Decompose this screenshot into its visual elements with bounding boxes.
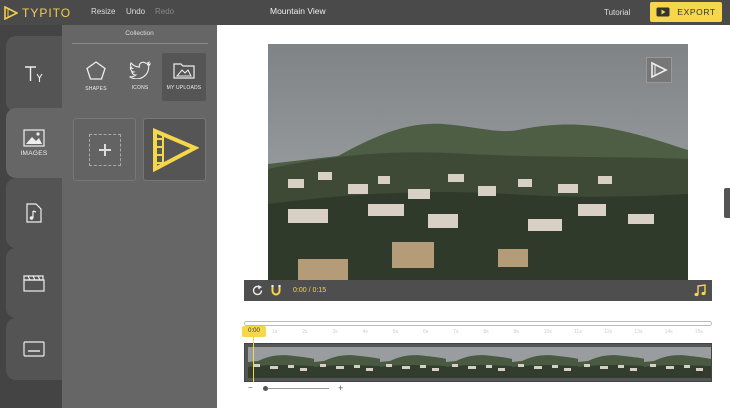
app-logo-text: TYPITO bbox=[22, 5, 72, 20]
plus-icon bbox=[98, 143, 111, 156]
top-bar: TYPITO Resize Undo Redo Mountain View Tu… bbox=[0, 0, 730, 25]
music-file-icon bbox=[26, 203, 42, 223]
timeline-tick-label: 2s bbox=[302, 329, 308, 335]
collection-panel: Collection SHAPES ICONS MY UPLOADS bbox=[62, 25, 217, 408]
tutorial-link[interactable]: Tutorial bbox=[604, 8, 630, 17]
twitter-bird-icon bbox=[129, 61, 151, 79]
tool-rail: IMAGES bbox=[0, 25, 62, 408]
upload-thumbnail-logo[interactable] bbox=[143, 118, 206, 181]
rail-item-music[interactable] bbox=[6, 178, 62, 248]
zoom-slider[interactable] bbox=[265, 388, 329, 389]
clip-duration: 0:15 bbox=[693, 372, 704, 378]
subtitles-icon bbox=[23, 341, 45, 357]
timeline-tick-label: 9s bbox=[513, 329, 519, 335]
zoom-out-button[interactable]: − bbox=[248, 383, 253, 392]
rail-label-images: IMAGES bbox=[20, 150, 48, 157]
watermark-logo[interactable] bbox=[646, 57, 672, 83]
timeline-scrubber[interactable] bbox=[244, 321, 712, 326]
resize-menu[interactable]: Resize bbox=[91, 7, 115, 16]
timeline-tick-label: 12s bbox=[604, 329, 613, 335]
text-tool-icon bbox=[25, 66, 43, 82]
zoom-slider-handle[interactable] bbox=[263, 386, 268, 391]
mountain-scene-image bbox=[268, 44, 688, 280]
video-filmstrip[interactable] bbox=[244, 343, 712, 382]
image-icon bbox=[23, 129, 45, 147]
playback-time: 0:00 / 0:15 bbox=[293, 287, 327, 294]
timeline-tick-label: 3s bbox=[332, 329, 338, 335]
timeline-tick-label: 14s bbox=[664, 329, 673, 335]
rail-item-images[interactable]: IMAGES bbox=[6, 108, 62, 178]
timeline-tick-label: 13s bbox=[634, 329, 643, 335]
tab-shapes[interactable]: SHAPES bbox=[74, 53, 118, 101]
app-logo[interactable]: TYPITO bbox=[4, 4, 71, 21]
export-label: EXPORT bbox=[677, 7, 716, 17]
tab-label-uploads: MY UPLOADS bbox=[166, 85, 202, 91]
music-note-icon[interactable] bbox=[694, 284, 706, 297]
filmstrip-frame bbox=[248, 347, 315, 378]
typito-logo-icon bbox=[4, 5, 18, 20]
video-preview[interactable] bbox=[268, 44, 688, 280]
filmstrip-frame bbox=[314, 347, 381, 378]
timeline-tick-label: 11s bbox=[574, 329, 582, 335]
panel-divider bbox=[72, 43, 208, 44]
add-upload-box bbox=[88, 133, 121, 166]
replay-icon[interactable] bbox=[251, 284, 264, 297]
rail-item-captions[interactable] bbox=[6, 318, 62, 380]
tab-label-icons: ICONS bbox=[131, 85, 149, 91]
panel-title: Collection bbox=[125, 30, 154, 37]
filmstrip-frame bbox=[380, 347, 447, 378]
folder-image-icon bbox=[173, 63, 195, 79]
timeline-tick-label: 7s bbox=[453, 329, 459, 335]
add-upload-tile[interactable] bbox=[73, 118, 136, 181]
filmstrip-frame bbox=[578, 347, 645, 378]
magnet-icon[interactable] bbox=[271, 284, 281, 297]
timeline-tick-label: 5s bbox=[392, 329, 399, 335]
timeline-tick-label: 1s bbox=[272, 329, 278, 335]
export-button[interactable]: EXPORT bbox=[650, 2, 722, 22]
right-panel-handle[interactable] bbox=[724, 188, 730, 218]
timeline-tick-label: 15s bbox=[694, 329, 703, 335]
timeline-tick-label: 8s bbox=[483, 329, 489, 335]
undo-button[interactable]: Undo bbox=[126, 7, 145, 16]
playhead-line[interactable] bbox=[253, 337, 254, 382]
zoom-in-button[interactable]: + bbox=[338, 383, 343, 393]
typito-watermark-icon bbox=[651, 61, 668, 79]
filmstrip-frame bbox=[446, 347, 513, 378]
timeline-tick-label: 4s bbox=[362, 329, 368, 335]
timeline-tick-label: 10s bbox=[543, 329, 552, 335]
rail-item-text[interactable] bbox=[6, 36, 62, 112]
timeline-tick-label: 6s bbox=[423, 329, 429, 335]
tab-label-shapes: SHAPES bbox=[85, 86, 107, 92]
clapperboard-icon bbox=[23, 275, 45, 292]
tab-icons[interactable]: ICONS bbox=[118, 53, 162, 101]
playhead-time[interactable]: 0:00 bbox=[242, 326, 266, 337]
tab-my-uploads[interactable]: MY UPLOADS bbox=[162, 53, 206, 101]
pentagon-icon bbox=[86, 61, 106, 80]
filmstrip-frame bbox=[512, 347, 579, 378]
player-controls: 0:00 / 0:15 bbox=[244, 280, 712, 301]
redo-button[interactable]: Redo bbox=[155, 7, 174, 16]
video-play-icon bbox=[656, 7, 670, 17]
rail-item-scenes[interactable] bbox=[6, 248, 62, 318]
document-title[interactable]: Mountain View bbox=[270, 6, 326, 16]
typito-logo-thumbnail-icon bbox=[152, 127, 199, 172]
